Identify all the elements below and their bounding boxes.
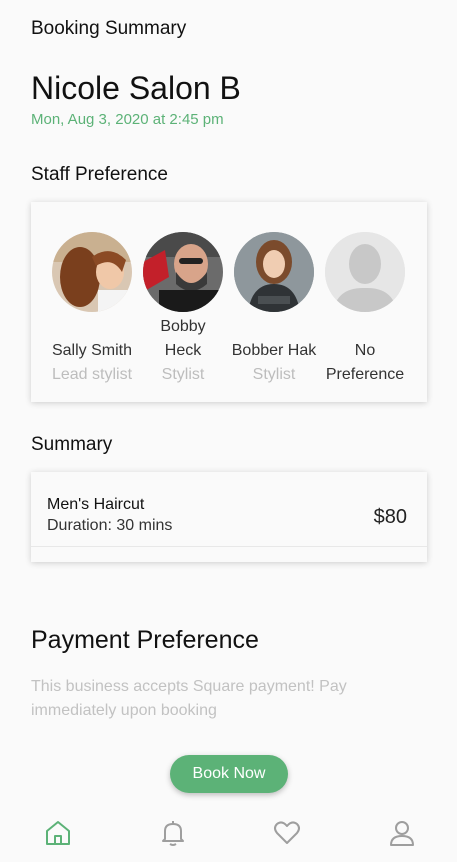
staff-avatar [52, 232, 132, 312]
divider [31, 546, 427, 547]
bottom-nav [0, 810, 457, 862]
staff-card: Sally Smith Lead stylist Bobby Heck Styl… [31, 202, 427, 402]
staff-role: Stylist [252, 366, 296, 383]
staff-option-no-preference[interactable]: No Preference [319, 232, 411, 387]
heart-icon[interactable] [272, 818, 302, 848]
salon-name: Nicole Salon B [31, 70, 241, 106]
service-duration: Duration: 30 mins [47, 517, 173, 534]
staff-name: Bobby Heck [160, 318, 206, 359]
staff-option-bobby-heck[interactable]: Bobby Heck Stylist [137, 232, 229, 387]
staff-role: Stylist [161, 366, 205, 383]
bell-icon[interactable] [158, 818, 188, 848]
booking-date: Mon, Aug 3, 2020 at 2:45 pm [31, 111, 224, 128]
payment-description: This business accepts Square payment! Pa… [31, 678, 347, 719]
staff-option-sally-smith[interactable]: Sally Smith Lead stylist [46, 232, 138, 387]
service-name: Men's Haircut [47, 496, 145, 513]
staff-avatar [143, 232, 223, 312]
staff-name: No Preference [325, 342, 405, 383]
service-price: $80 [373, 506, 407, 528]
staff-option-bobber-hak[interactable]: Bobber Hak Stylist [228, 232, 320, 387]
home-icon[interactable] [43, 818, 73, 848]
staff-name: Bobber Hak [231, 342, 317, 359]
summary-section-title: Summary [31, 434, 113, 455]
staff-role: Lead stylist [51, 366, 133, 383]
staff-avatar [234, 232, 314, 312]
profile-icon[interactable] [387, 818, 417, 848]
book-now-button[interactable]: Book Now [170, 755, 288, 793]
page-title: Booking Summary [31, 18, 187, 39]
staff-name: Sally Smith [51, 342, 133, 359]
summary-card: Men's Haircut Duration: 30 mins $80 [31, 472, 427, 562]
person-placeholder-icon [325, 232, 405, 312]
payment-section-title: Payment Preference [31, 626, 259, 654]
staff-section-title: Staff Preference [31, 164, 168, 185]
